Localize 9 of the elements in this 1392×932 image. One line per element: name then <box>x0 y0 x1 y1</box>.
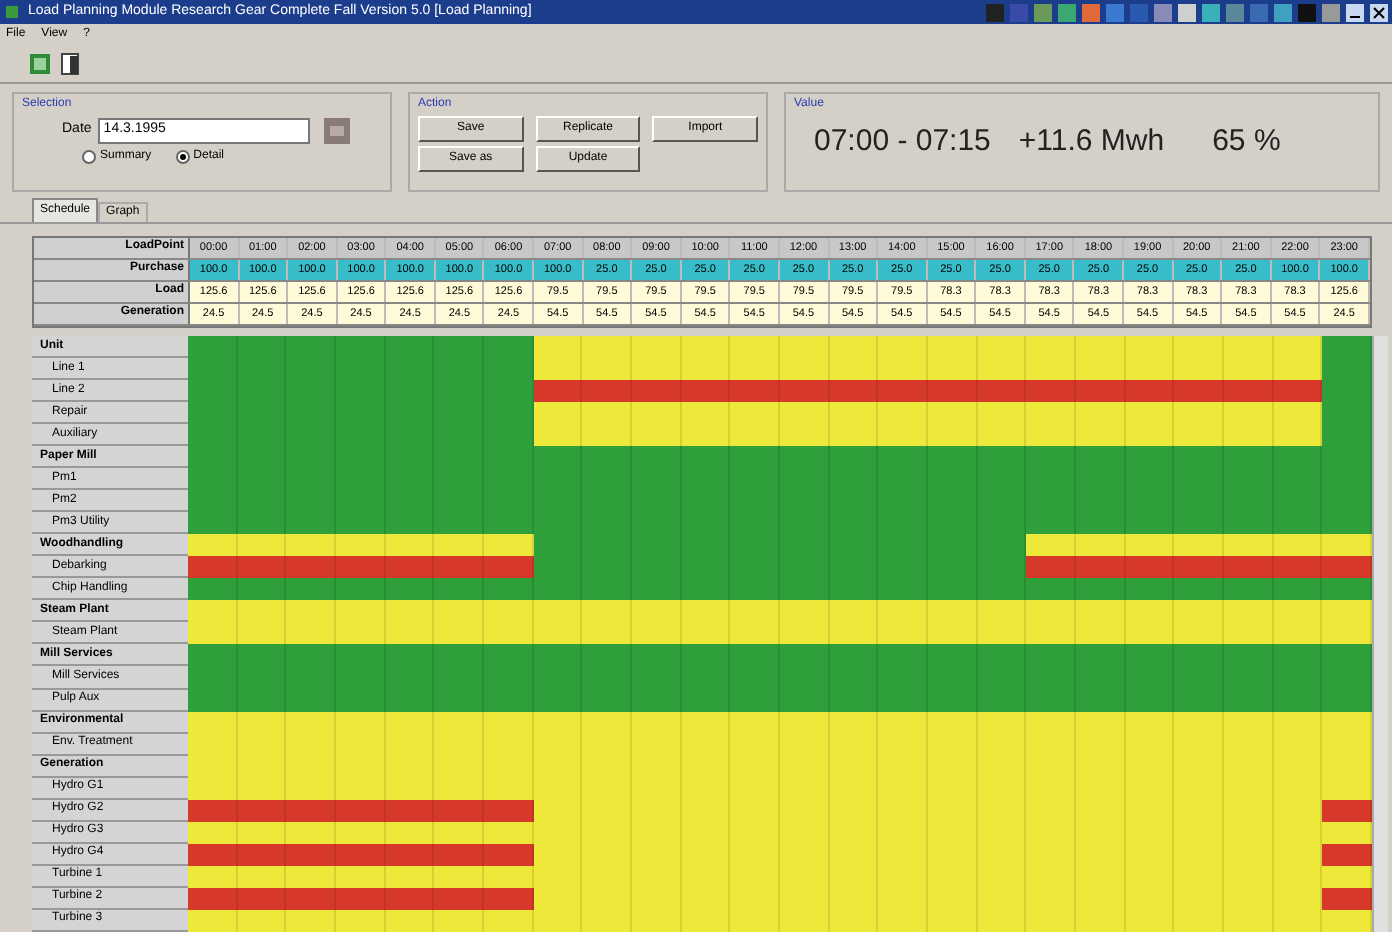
calendar-button[interactable] <box>323 118 350 144</box>
percent-value: 65 % <box>1212 122 1281 162</box>
document-icon[interactable] <box>58 51 82 75</box>
minimize-icon[interactable] <box>1346 3 1364 21</box>
scrollbar[interactable] <box>1372 336 1388 932</box>
close-icon[interactable] <box>1370 3 1388 21</box>
time-period: 07:00 - 07:15 <box>814 122 991 162</box>
app-icon <box>4 4 20 20</box>
energy-value: +11.6 Mwh <box>1018 122 1165 162</box>
